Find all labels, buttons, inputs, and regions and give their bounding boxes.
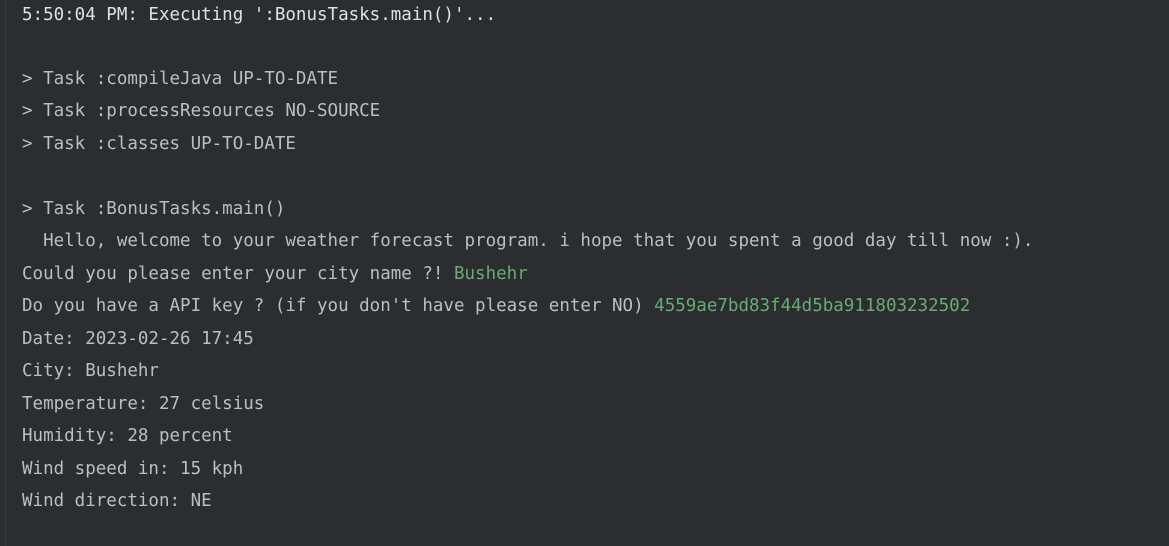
result-humidity: Humidity: 28 percent	[22, 426, 233, 446]
api-key-prompt-line: Do you have a API key ? (if you don't ha…	[22, 294, 970, 318]
result-date: Date: 2023-02-26 17:45	[22, 329, 254, 349]
task-line-compile-java: > Task :compileJava UP-TO-DATE	[22, 69, 339, 89]
task-line-main: > Task :BonusTasks.main()	[22, 199, 286, 219]
city-prompt-line: Could you please enter your city name ?!…	[22, 262, 528, 286]
execution-header: 5:50:04 PM: Executing ':BonusTasks.main(…	[22, 5, 497, 25]
result-temperature: Temperature: 27 celsius	[22, 394, 265, 414]
task-line-classes: > Task :classes UP-TO-DATE	[22, 134, 296, 154]
console-gutter-divider	[5, 0, 6, 546]
run-console[interactable]: 5:50:04 PM: Executing ':BonusTasks.main(…	[0, 0, 1169, 546]
city-input-value: Bushehr	[453, 264, 528, 284]
api-key-input-value: 4559ae7bd83f44d5ba911803232502	[654, 296, 971, 316]
result-wind-direction: Wind direction: NE	[22, 491, 212, 511]
result-city: City: Bushehr	[22, 361, 159, 381]
welcome-message: Hello, welcome to your weather forecast …	[22, 231, 1034, 251]
console-output[interactable]: 5:50:04 PM: Executing ':BonusTasks.main(…	[22, 0, 1169, 511]
result-wind-speed: Wind speed in: 15 kph	[22, 459, 244, 479]
api-key-prompt: Do you have a API key ? (if you don't ha…	[22, 296, 655, 316]
city-prompt: Could you please enter your city name ?!	[22, 264, 454, 284]
task-line-process-resources: > Task :processResources NO-SOURCE	[22, 101, 381, 121]
